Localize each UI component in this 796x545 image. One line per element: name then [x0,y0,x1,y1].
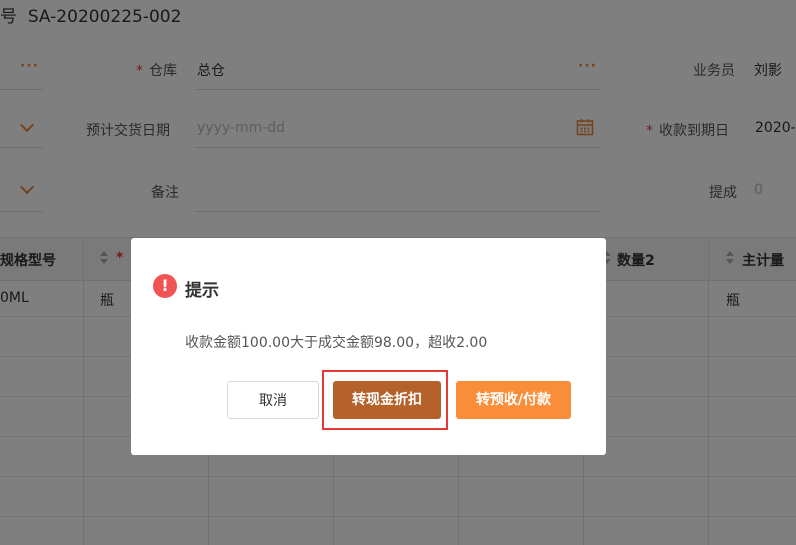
confirm-dialog: ! 提示 收款金额100.00大于成交金额98.00，超收2.00 取消 转现金… [131,238,606,455]
exclamation-icon: ! [153,274,177,298]
dialog-title: 提示 [185,281,219,301]
dialog-message: 收款金额100.00大于成交金额98.00，超收2.00 [185,335,488,351]
convert-prepayment-button[interactable]: 转预收/付款 [456,381,571,419]
cancel-button[interactable]: 取消 [227,381,319,419]
highlight-box [322,370,448,430]
